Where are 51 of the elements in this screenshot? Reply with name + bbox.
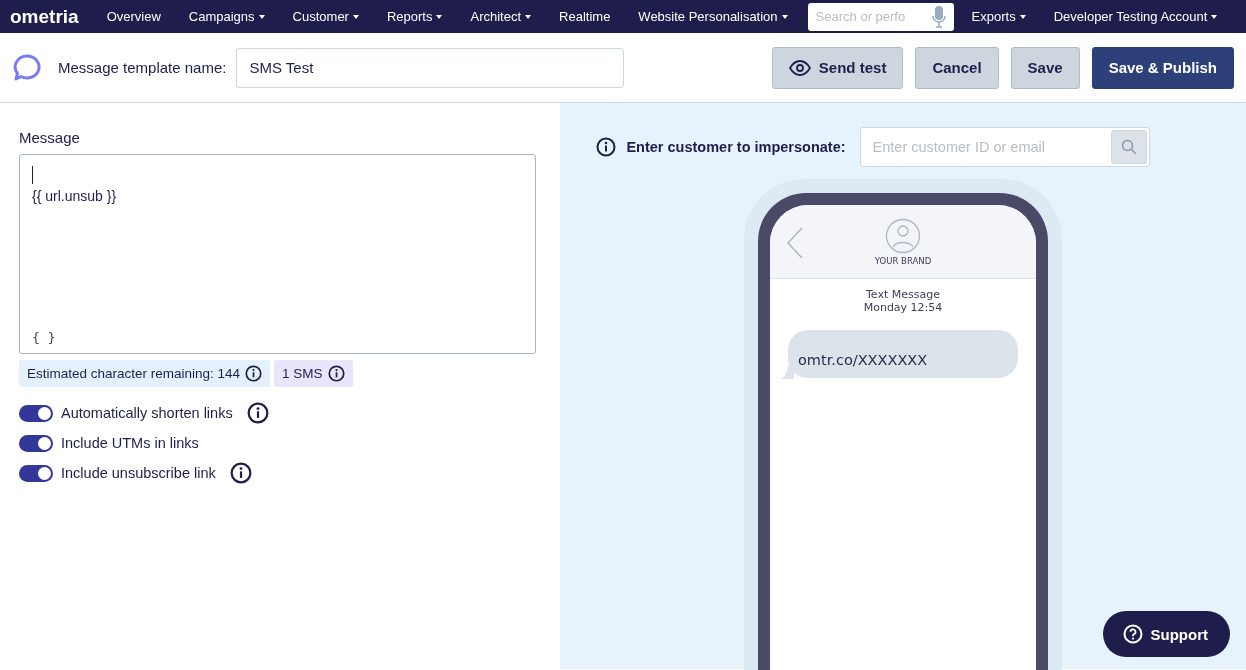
- info-icon[interactable]: [245, 365, 263, 382]
- toggle-switch[interactable]: [19, 404, 53, 422]
- info-icon[interactable]: [246, 402, 269, 424]
- field-label: Enter customer to impersonate:: [626, 139, 846, 155]
- nav-menu-item[interactable]: Realtime: [545, 9, 625, 24]
- nav-menu-item[interactable]: Customer: [278, 9, 373, 24]
- bubble-tail-icon: [780, 365, 794, 379]
- brand-name: YOUR BRAND: [874, 255, 932, 266]
- nav-menu-item[interactable]: Overview: [92, 9, 175, 24]
- eye-icon: [788, 59, 811, 76]
- info-icon[interactable]: [327, 365, 345, 382]
- toggle-label: Include unsubscribe link: [61, 465, 216, 481]
- logo[interactable]: ometria: [10, 5, 79, 28]
- name-field[interactable]: SMS Test: [236, 47, 625, 88]
- toggle-switch[interactable]: [19, 464, 53, 482]
- customer-search-box[interactable]: Enter customer ID or email: [859, 127, 1150, 167]
- variables-button[interactable]: { }: [32, 330, 56, 345]
- nav-menu-item[interactable]: Campaigns: [174, 9, 279, 24]
- avatar-icon: [885, 217, 921, 254]
- back-chevron-icon: [786, 227, 804, 259]
- nav-menu-item[interactable]: Architect: [456, 9, 546, 24]
- help-icon: [1122, 624, 1143, 644]
- toggle-switch[interactable]: [19, 434, 53, 452]
- customer-search-field[interactable]: Enter customer ID or email: [860, 128, 1109, 166]
- search-box[interactable]: Search or perfo: [807, 2, 954, 31]
- nav-menu-item[interactable]: Reports: [372, 9, 457, 24]
- message-text: {{ url.unsub }}: [32, 187, 118, 206]
- message-field[interactable]: {{ url.unsub }} { }: [19, 154, 536, 354]
- nav-menu-item[interactable]: Developer Testing Account: [1039, 9, 1232, 24]
- nav-menu-item[interactable]: Website Personalisation: [624, 9, 802, 24]
- message-time: Monday 12:54: [862, 301, 944, 314]
- info-icon[interactable]: [229, 462, 252, 484]
- search-icon: [1120, 139, 1137, 155]
- toggle-label: Include UTMs in links: [61, 435, 199, 451]
- send-test-button[interactable]: Send test: [771, 46, 904, 89]
- field-label: Message template name:: [58, 59, 227, 76]
- support-button[interactable]: Support: [1102, 611, 1230, 657]
- field-label: Message: [19, 129, 81, 146]
- save-publish-button[interactable]: Save & Publish: [1091, 46, 1234, 89]
- badge-text: 1 SMS: [282, 366, 323, 381]
- search-button[interactable]: [1110, 130, 1147, 164]
- nav-menu-item[interactable]: Exports: [957, 9, 1040, 24]
- chat-bubble-icon: [12, 52, 42, 83]
- toolbar-button[interactable]: Save: [1010, 46, 1080, 89]
- badge-text: Estimated character remaining: 144: [27, 366, 241, 381]
- text-cursor: [32, 166, 33, 185]
- message-bubble: omtr.co/XXXXXXX: [788, 330, 1018, 378]
- message-title: Text Message: [865, 288, 941, 301]
- info-icon[interactable]: [596, 137, 617, 157]
- toggle-label: Automatically shorten links: [61, 405, 233, 421]
- toolbar-button[interactable]: Cancel: [915, 46, 999, 89]
